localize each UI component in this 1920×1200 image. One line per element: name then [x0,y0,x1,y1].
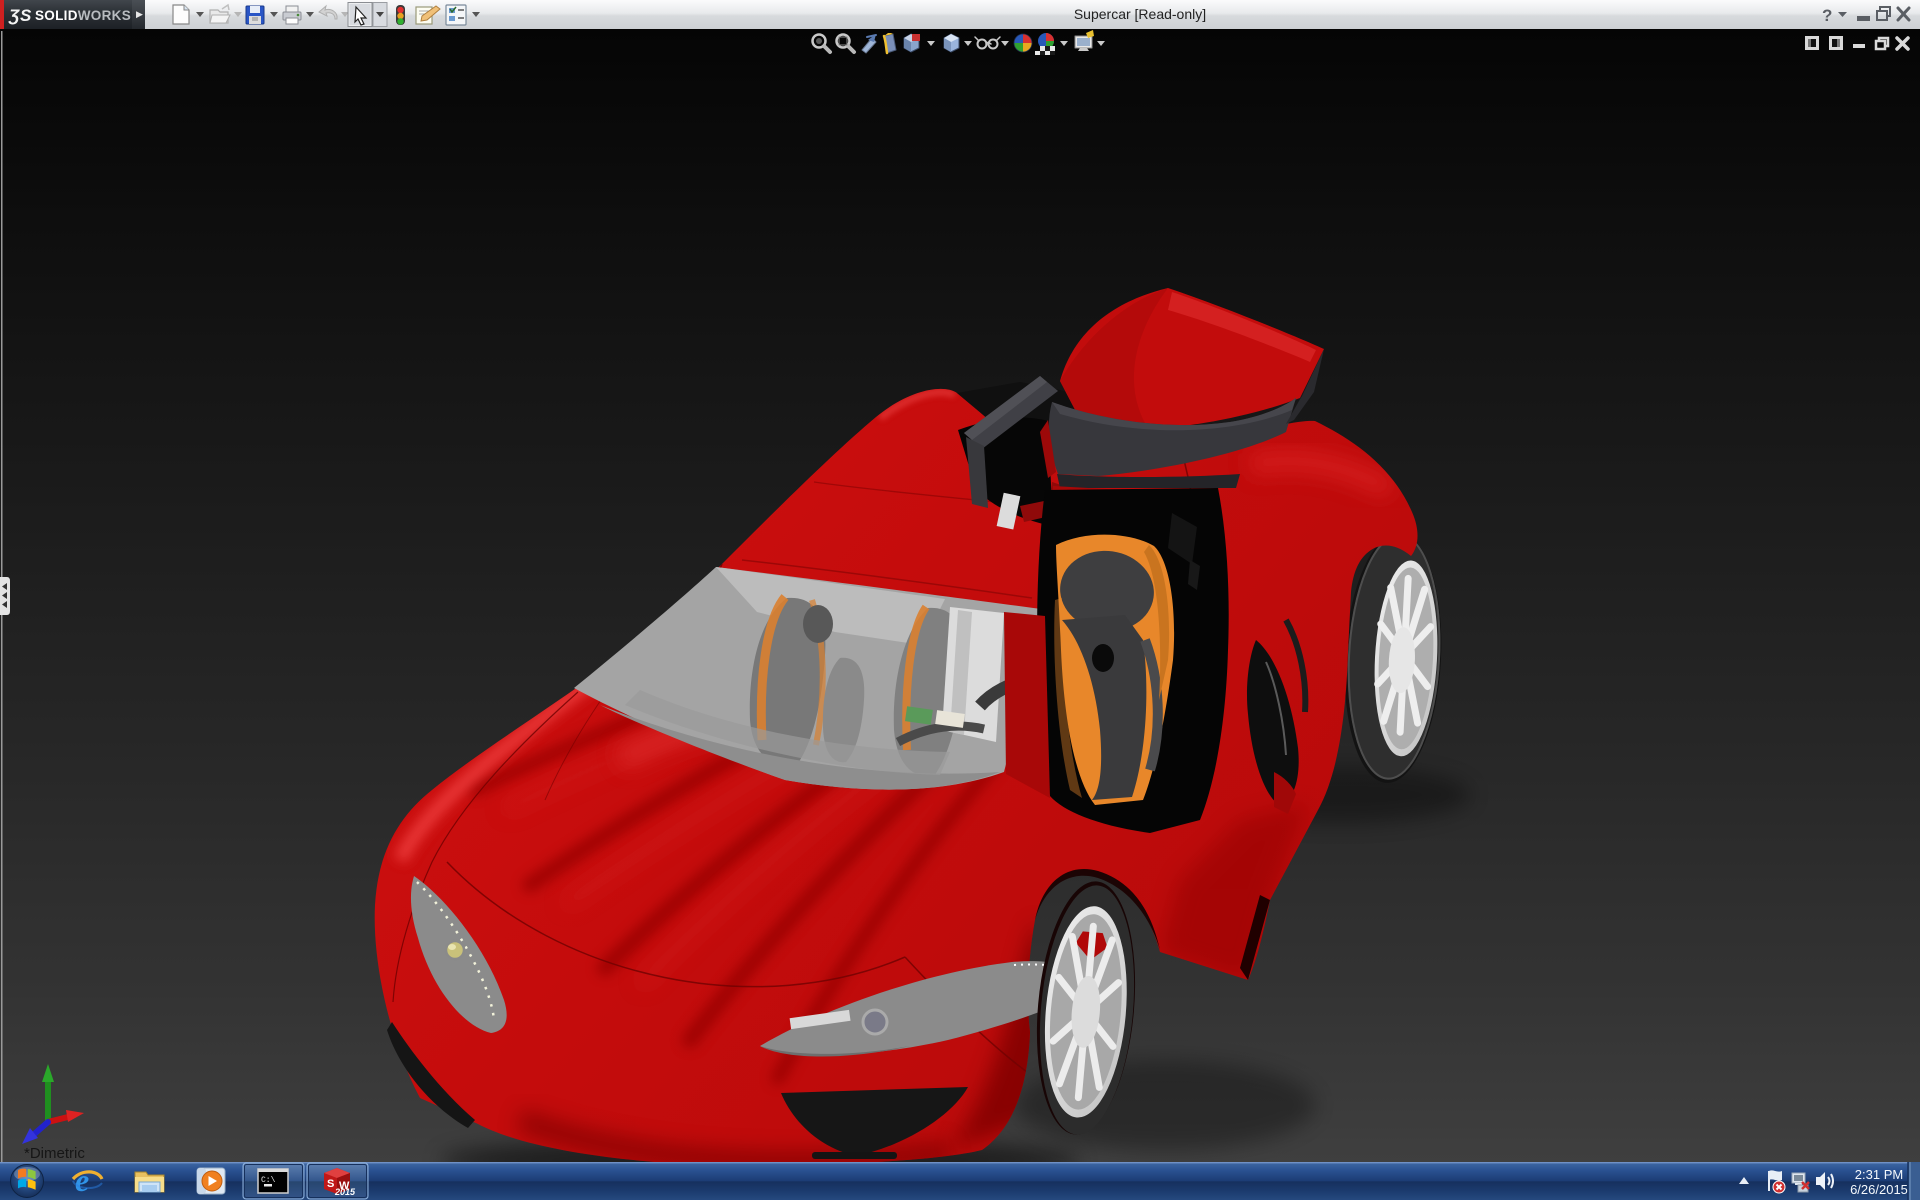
svg-text:2:31 PM: 2:31 PM [1855,1167,1903,1182]
svg-text:6/26/2015: 6/26/2015 [1850,1182,1908,1197]
svg-text:*Dimetric: *Dimetric [24,1145,85,1162]
svg-text:?: ? [1822,6,1832,25]
svg-text:e: e [75,1162,89,1198]
svg-text:C:\: C:\ [261,1176,276,1185]
svg-text:2015: 2015 [334,1187,356,1197]
svg-text:S: S [327,1178,334,1190]
